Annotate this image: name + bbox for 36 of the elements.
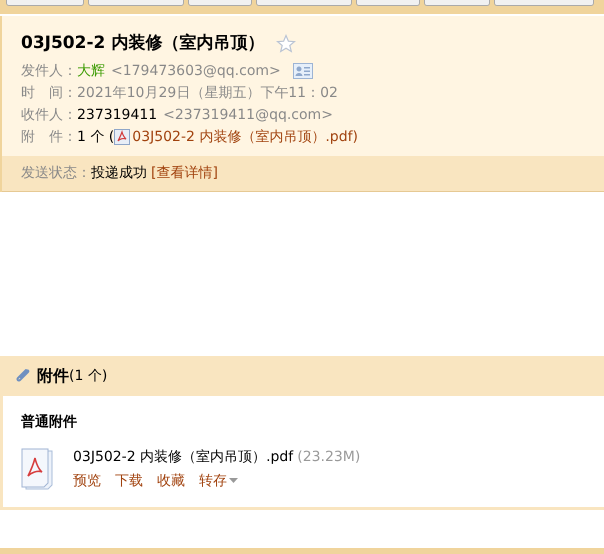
toolbar-button[interactable] xyxy=(494,0,594,6)
status-value: 投递成功 xyxy=(91,164,147,183)
field-label: 收件人： xyxy=(21,106,77,124)
file-size: (23.23M) xyxy=(297,448,360,466)
attachment-group-title: 普通附件 xyxy=(21,412,78,432)
contact-card-icon[interactable] xyxy=(292,63,313,79)
sent-time: 2021年10月29日（星期五）下午11：02 xyxy=(77,84,338,102)
details-link[interactable]: [查看详情] xyxy=(151,163,218,184)
caret-icon[interactable] xyxy=(229,478,238,484)
field-label: 附 件： xyxy=(21,128,77,146)
file-action-link[interactable]: 下载 xyxy=(115,470,143,492)
toolbar-button[interactable] xyxy=(256,0,352,6)
attachments-count: (1 个) xyxy=(69,366,108,386)
recipient-name: 237319411 xyxy=(77,106,158,124)
toolbar-button[interactable] xyxy=(88,0,184,6)
mail-subject: 03J502-2 内装修（室内吊顶） xyxy=(21,32,264,56)
star-icon[interactable] xyxy=(276,34,296,54)
field-label: 时 间： xyxy=(21,84,77,102)
file-name[interactable]: 03J502-2 内装修（室内吊顶）.pdf xyxy=(73,446,294,468)
pdf-icon xyxy=(114,129,130,145)
status-label: 发送状态： xyxy=(21,164,91,183)
field-label: 发件人： xyxy=(21,62,77,80)
attachment-link[interactable]: 03J502-2 内装修（室内吊顶）.pdf xyxy=(132,126,353,148)
file-action-link[interactable]: 收藏 xyxy=(157,470,185,492)
toolbar-button[interactable] xyxy=(6,0,84,6)
toolbar-button[interactable] xyxy=(188,0,252,6)
recipient-address: <237319411@qq.com> xyxy=(163,106,333,124)
toolbar-button[interactable] xyxy=(356,0,420,6)
attachment-count: 1 个 ( xyxy=(77,128,114,146)
sender-address: <179473603@qq.com> xyxy=(111,62,281,80)
file-action-link[interactable]: 预览 xyxy=(73,470,101,492)
toolbar-button[interactable] xyxy=(424,0,490,6)
sender-name[interactable]: 大辉 xyxy=(77,60,105,82)
attachments-title: 附件 xyxy=(37,365,69,387)
file-action-link[interactable]: 转存 xyxy=(199,470,227,492)
closing-paren: ) xyxy=(352,128,358,146)
